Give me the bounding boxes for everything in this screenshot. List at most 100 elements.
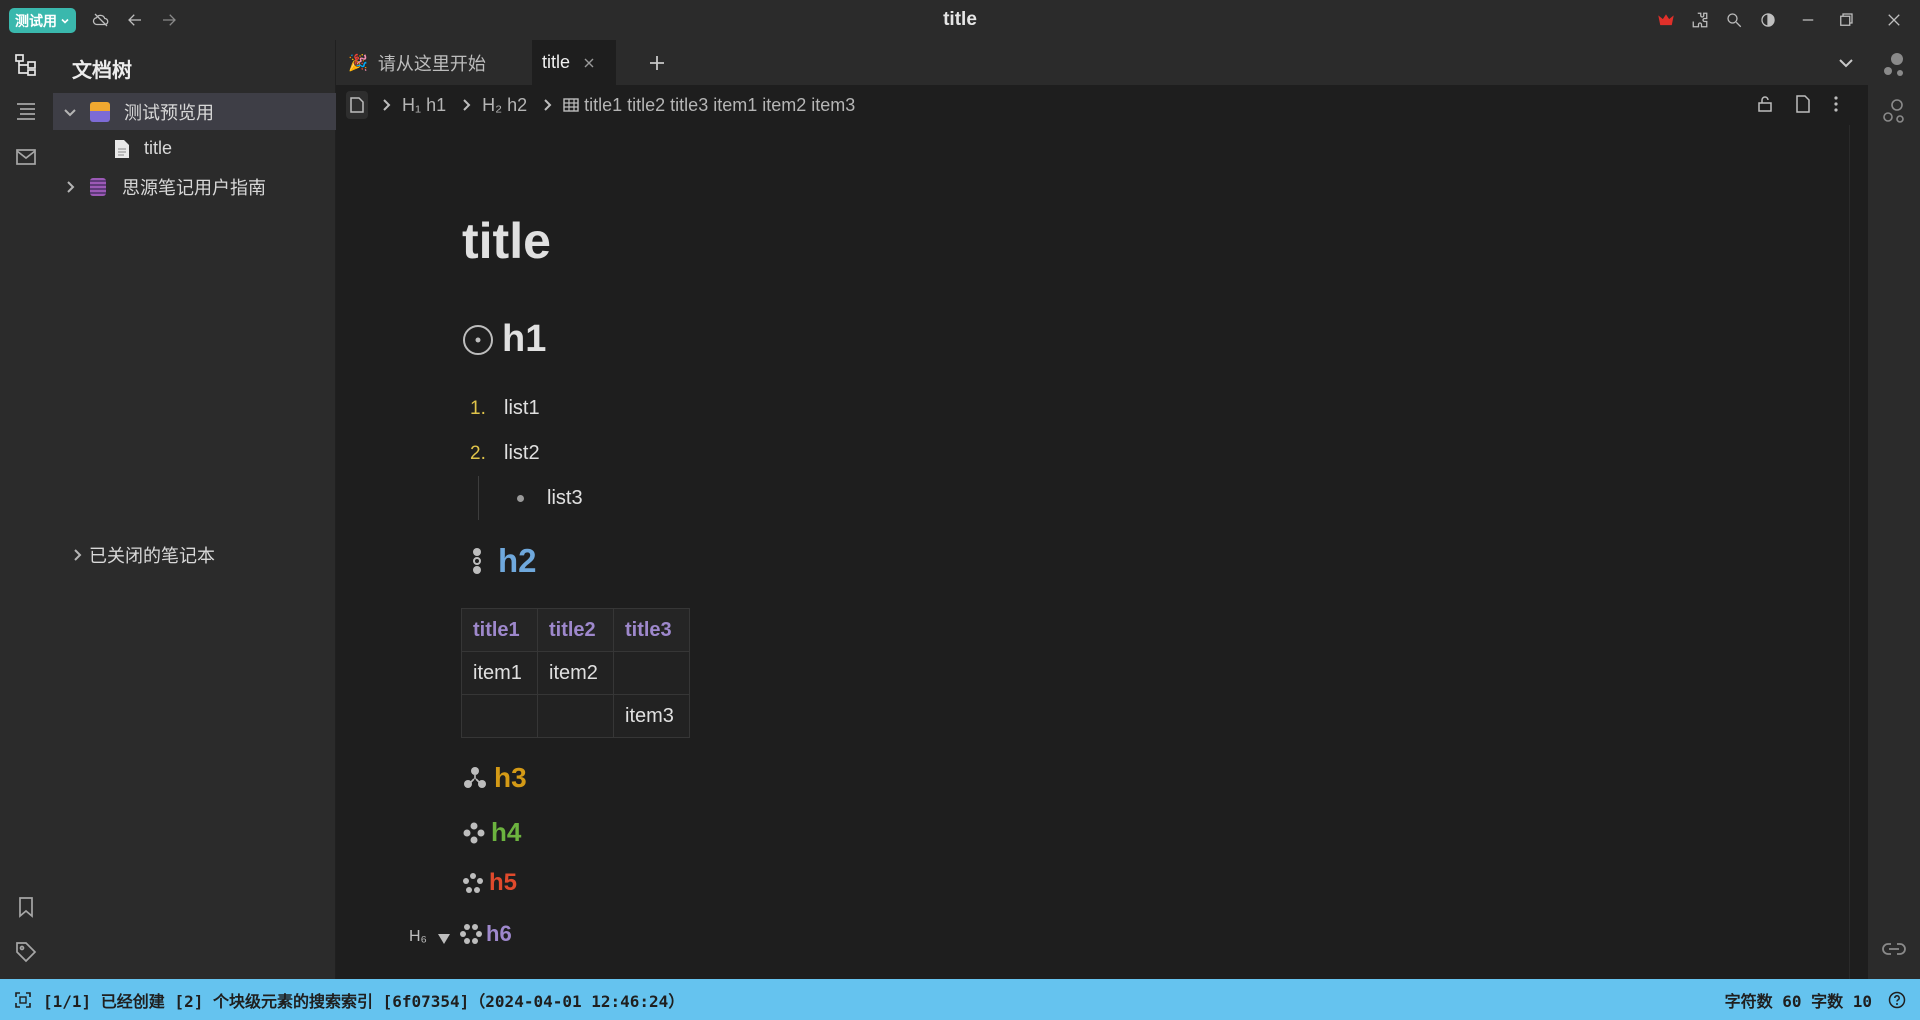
doc-tree-panel: 文档树 测试预览用 title 思源笔记用户指南 已关闭的笔记本 [53,40,336,979]
more-icon[interactable] [1832,95,1840,118]
tab-list-button[interactable] [1831,40,1861,85]
breadcrumb-label: h2 [507,94,528,115]
table-row: item3 [461,694,690,738]
heading-text: h2 [498,542,537,579]
tab-bar: 🎉 请从这里开始 title [336,40,1868,85]
table-icon [563,98,579,112]
theme-mode-icon[interactable] [1757,9,1779,31]
heading-text: h5 [489,869,518,896]
right-dock [1868,40,1920,979]
heading-h6[interactable]: h6 [460,921,512,947]
heading-level-gutter[interactable]: H₆ [409,928,427,946]
bullet-icon [517,495,524,502]
focus-mode-icon[interactable] [15,991,31,1008]
list-item[interactable]: list2 [504,442,540,465]
tab-label: title [542,52,571,72]
tree-item-doc[interactable]: title [53,130,336,167]
tab-title[interactable]: title [532,40,616,85]
party-popper-icon: 🎉 [348,54,368,72]
heading-h3[interactable]: h3 [462,762,527,794]
close-tab-icon[interactable] [584,58,594,68]
breadcrumb: H₁ h1 H₂ h2 title1 title2 title3 item1 i… [336,85,1868,125]
editor-scrollbar[interactable] [1849,125,1868,979]
list-marker: 1. [470,398,486,419]
tab-label: 请从这里开始 [377,53,486,74]
chevron-right-icon [74,548,82,561]
forward-arrow-icon[interactable] [158,9,180,31]
list-item[interactable]: list1 [504,397,540,420]
h2-marker-icon [473,548,481,574]
search-icon[interactable] [1723,9,1745,31]
restore-icon[interactable] [1835,9,1857,31]
left-dock [0,40,53,979]
document-title[interactable]: title [462,212,551,270]
back-arrow-icon[interactable] [124,9,146,31]
editor[interactable] [336,125,1868,979]
document-icon[interactable] [346,91,368,119]
table-header-cell[interactable]: title2 [537,608,614,652]
breadcrumb-table[interactable]: title1 title2 title3 item1 item2 item3 [563,95,855,116]
breadcrumb-label: h1 [426,94,447,115]
table[interactable]: title1 title2 title3 item1 item2 item3 [461,608,690,738]
bookmark-icon[interactable] [13,894,39,920]
heading-h4[interactable]: h4 [462,817,521,848]
graph-view-icon[interactable] [1882,52,1906,84]
lock-open-icon[interactable] [1756,95,1774,118]
table-cell[interactable]: item1 [461,651,538,695]
status-bar: [1/1] 已经创建 [2] 个块级元素的搜索索引 [6f07354]（2024… [0,979,1920,1020]
minimize-icon[interactable] [1797,9,1819,31]
table-header-row: title1 title2 title3 [461,608,690,652]
breadcrumb-h2[interactable]: H₂ h2 [482,95,527,116]
heading-level-icon: H₂ [482,94,503,115]
document-info-icon[interactable] [1794,95,1812,118]
heading-text: h4 [491,817,522,847]
table-header-cell[interactable]: title1 [461,608,538,652]
notebook-icon [90,177,106,196]
close-icon[interactable] [1883,9,1905,31]
chevron-down-icon [61,18,69,24]
global-graph-icon[interactable] [1882,98,1906,130]
tab-start-here[interactable]: 🎉 请从这里开始 [336,40,532,85]
h4-marker-icon [463,822,485,843]
chevron-right-icon [383,99,391,111]
chevron-down-icon[interactable] [63,105,77,119]
table-cell[interactable]: item3 [613,694,690,738]
plus-icon [650,55,664,70]
table-header-cell[interactable]: title3 [613,608,690,652]
plugin-icon[interactable] [1689,9,1711,31]
table-cell[interactable] [613,651,690,695]
new-tab-button[interactable] [637,40,677,85]
chevron-right-icon[interactable] [63,180,77,194]
crown-icon[interactable] [1655,9,1677,31]
sync-off-icon[interactable] [90,9,112,31]
closed-notebooks-toggle[interactable]: 已关闭的笔记本 [53,536,336,573]
heading-h1[interactable]: h1 [462,318,546,361]
doc-tree-icon[interactable] [13,52,39,78]
tree-item-notebook[interactable]: 测试预览用 [53,93,336,130]
h5-marker-icon [463,873,483,893]
heading-h5[interactable]: h5 [462,869,517,897]
tree-item-label: 思源笔记用户指南 [122,177,266,198]
tag-icon[interactable] [13,939,39,965]
table-cell[interactable] [461,694,538,738]
status-message: [1/1] 已经创建 [2] 个块级元素的搜索索引 [6f07354]（2024… [43,991,685,1011]
word-count: 字符数 60 字数 10 [1724,991,1872,1011]
inbox-icon[interactable] [13,144,39,170]
backlink-icon[interactable] [1882,940,1906,964]
tree-item-guide[interactable]: 思源笔记用户指南 [53,168,336,205]
doc-tree-title: 文档树 [72,60,132,82]
list-item[interactable]: list3 [547,487,583,510]
help-icon[interactable] [1888,991,1906,1009]
notebook-icon [90,101,110,122]
title-bar: 测试用 title [0,0,1920,40]
table-cell[interactable] [537,694,614,738]
fold-triangle-icon[interactable] [438,934,450,944]
list-marker: 2. [470,443,486,464]
heading-h2[interactable]: h2 [468,542,537,580]
workspace-badge[interactable]: 测试用 [9,8,76,33]
window-title: title [943,9,977,30]
outline-icon[interactable] [13,98,39,124]
breadcrumb-h1[interactable]: H₁ h1 [402,95,446,116]
table-cell[interactable]: item2 [537,651,614,695]
h1-marker-icon [463,324,493,355]
